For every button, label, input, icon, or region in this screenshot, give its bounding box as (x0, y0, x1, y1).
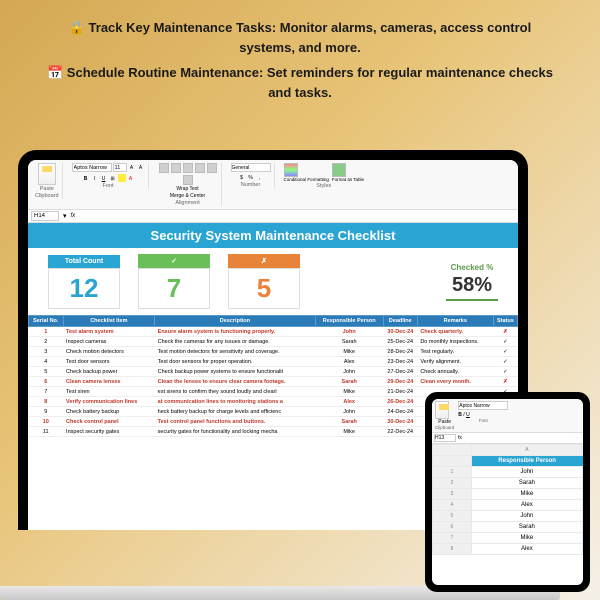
table-row[interactable]: 2Inspect camerasCheck the cameras for an… (29, 337, 518, 347)
tablet-row[interactable]: 7Mike (433, 533, 583, 544)
card-total-value: 12 (48, 268, 120, 309)
tablet-name-box[interactable] (434, 434, 456, 442)
tablet-formula-bar: fx (432, 433, 583, 444)
col-header[interactable]: Status (493, 316, 517, 327)
table-row[interactable]: 6Clean camera lensesClean the lenses to … (29, 377, 518, 387)
promo-text: 🔒 Track Key Maintenance Tasks: Monitor a… (0, 0, 600, 120)
conditional-formatting-icon[interactable] (284, 163, 298, 177)
card-undone: ✗ 5 (228, 254, 300, 309)
fmt-table-label: Format as Table (332, 177, 364, 182)
tablet-font-select[interactable] (458, 401, 508, 410)
fx-dropdown-icon[interactable]: ▾ (63, 212, 67, 220)
clipboard-label: Clipboard (35, 193, 59, 199)
font-color-button[interactable]: A (127, 174, 135, 182)
font-size-select[interactable] (113, 163, 127, 172)
format-table-icon[interactable] (332, 163, 346, 177)
card-total-label: Total Count (48, 255, 120, 268)
font-group-label: Font (103, 183, 114, 189)
align-top-icon[interactable] (159, 163, 169, 173)
cond-fmt-label: Conditional Formatting (284, 177, 329, 182)
align-right-icon[interactable] (183, 175, 193, 185)
tablet-table[interactable]: A Responsible Person 1John2Sarah3Mike4Al… (432, 444, 583, 555)
card-done-label: ✓ (138, 254, 210, 268)
align-left-icon[interactable] (195, 163, 205, 173)
wrap-text-button[interactable]: Wrap Text (176, 186, 198, 192)
border-button[interactable]: ⊞ (109, 174, 117, 182)
increase-font-icon[interactable]: A (128, 163, 136, 171)
card-undone-value: 5 (228, 268, 300, 309)
ribbon: Paste Clipboard A A B I U ⊞ A Font Wrap … (28, 160, 518, 210)
formula-input[interactable] (79, 211, 515, 221)
tablet-frame: Paste Clipboard B I U Font fx A Responsi… (425, 392, 590, 592)
tablet-row[interactable]: 2Sarah (433, 478, 583, 489)
name-box[interactable] (31, 211, 59, 221)
pct-label: Checked % (446, 263, 498, 272)
table-row[interactable]: 5Check backup powerCheck backup power sy… (29, 367, 518, 377)
col-header[interactable]: Serial No. (29, 316, 64, 327)
paste-label: Paste (40, 186, 54, 192)
tablet-row[interactable]: 6Sarah (433, 522, 583, 533)
col-header[interactable]: Remarks (417, 316, 493, 327)
tablet-row[interactable]: 1John (433, 467, 583, 478)
tablet-col-header[interactable]: Responsible Person (471, 456, 582, 467)
number-group: $ % , Number (228, 163, 275, 188)
merge-button[interactable]: Merge & Center (170, 193, 205, 199)
card-undone-label: ✗ (228, 254, 300, 268)
col-header[interactable]: Checklist Item (63, 316, 155, 327)
col-letter-a[interactable]: A (471, 445, 582, 456)
tablet-clipboard-label: Clipboard (435, 425, 454, 430)
tablet-font-label: Font (458, 418, 508, 423)
tablet-paste-icon[interactable] (435, 401, 449, 419)
card-done: ✓ 7 (138, 254, 210, 309)
align-mid-icon[interactable] (171, 163, 181, 173)
alignment-group: Wrap Text Merge & Center Alignment (155, 163, 222, 206)
card-total: Total Count 12 (48, 255, 120, 309)
align-label: Alignment (175, 200, 199, 206)
font-group: A A B I U ⊞ A Font (69, 163, 149, 189)
paste-icon[interactable] (38, 163, 56, 185)
comma-icon[interactable]: , (256, 173, 264, 181)
number-label: Number (241, 182, 261, 188)
bold-button[interactable]: B (82, 174, 90, 182)
fx-icon[interactable]: fx (71, 213, 76, 219)
currency-icon[interactable]: $ (238, 173, 246, 181)
tablet-fx-icon[interactable]: fx (458, 435, 462, 441)
styles-group: Conditional Formatting Format as Table S… (281, 163, 367, 189)
align-center-icon[interactable] (207, 163, 217, 173)
col-header[interactable]: Deadline (383, 316, 417, 327)
summary-cards: Total Count 12 ✓ 7 ✗ 5 Checked % 58% (28, 248, 518, 315)
sheet-title: Security System Maintenance Checklist (28, 223, 518, 248)
percent-icon[interactable]: % (247, 173, 255, 181)
tablet-row[interactable]: 8Alex (433, 544, 583, 555)
tablet-row[interactable]: 4Alex (433, 500, 583, 511)
decrease-font-icon[interactable]: A (137, 163, 145, 171)
col-header[interactable]: Description (155, 316, 316, 327)
tablet-row[interactable]: 5John (433, 511, 583, 522)
underline-button[interactable]: U (100, 174, 108, 182)
clipboard-group: Paste Clipboard (32, 163, 63, 199)
col-header[interactable]: Responsible Person (315, 316, 383, 327)
tablet-excel: Paste Clipboard B I U Font fx A Responsi… (432, 399, 583, 585)
styles-label: Styles (316, 183, 331, 189)
font-name-select[interactable] (72, 163, 112, 172)
fill-color-button[interactable] (118, 174, 126, 182)
col-letter[interactable] (433, 445, 472, 456)
tablet-ribbon: Paste Clipboard B I U Font (432, 399, 583, 433)
align-bot-icon[interactable] (183, 163, 193, 173)
table-row[interactable]: 3Check motion detectorsTest motion detec… (29, 347, 518, 357)
table-row[interactable]: 1Test alarm systemEnsure alarm system is… (29, 327, 518, 337)
number-format-select[interactable] (231, 163, 271, 172)
tablet-row[interactable]: 3Mike (433, 489, 583, 500)
pct-value: 58% (446, 272, 498, 301)
card-percent: Checked % 58% (446, 263, 498, 301)
italic-button[interactable]: I (91, 174, 99, 182)
card-done-value: 7 (138, 268, 210, 309)
table-row[interactable]: 4Test door sensorsTest door sensors for … (29, 357, 518, 367)
formula-bar: ▾ fx (28, 210, 518, 223)
